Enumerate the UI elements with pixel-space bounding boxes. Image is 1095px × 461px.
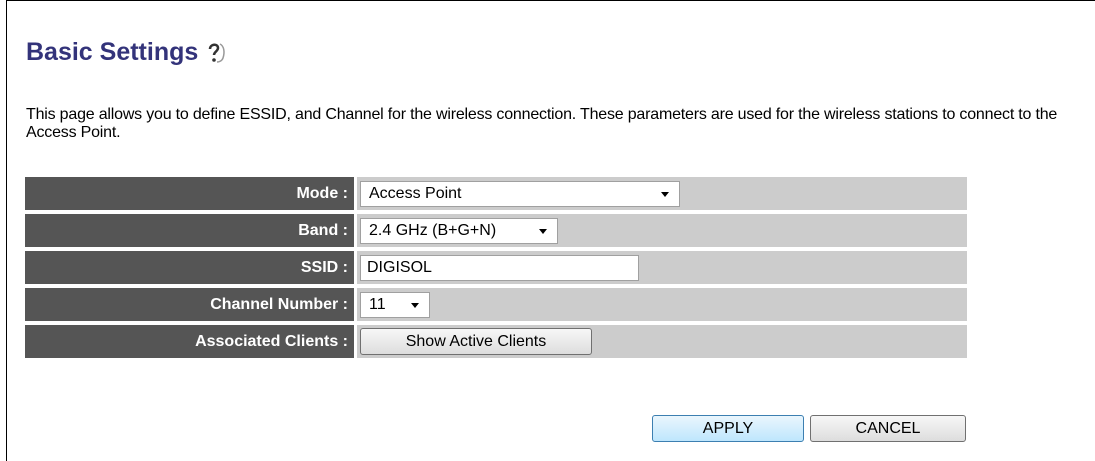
settings-table: Mode : Access Point Band : 2.4 GHz (B+G+… [25, 177, 967, 362]
band-label: Band : [25, 214, 354, 247]
band-select[interactable]: 2.4 GHz (B+G+N) [360, 217, 558, 244]
channel-label: Channel Number : [25, 288, 354, 321]
mode-label: Mode : [25, 177, 354, 210]
clients-row: Associated Clients : Show Active Clients [25, 325, 967, 358]
band-value-cell: 2.4 GHz (B+G+N) [357, 214, 967, 247]
band-selected-value: 2.4 GHz (B+G+N) [369, 221, 497, 239]
mode-selected-value: Access Point [369, 184, 462, 202]
cancel-button[interactable]: CANCEL [810, 415, 966, 442]
mode-select[interactable]: Access Point [360, 180, 680, 207]
channel-select[interactable]: 11 [360, 291, 430, 318]
chevron-down-icon [411, 302, 419, 308]
chevron-down-icon [661, 191, 669, 197]
form-actions: APPLY CANCEL [652, 415, 966, 442]
ssid-value-cell: DIGISOL [357, 251, 967, 284]
chevron-down-icon [539, 228, 547, 234]
show-active-clients-button[interactable]: Show Active Clients [360, 328, 592, 355]
page-title: Basic Settings [26, 38, 199, 66]
clients-label: Associated Clients : [25, 325, 354, 358]
channel-row: Channel Number : 11 [25, 288, 967, 321]
apply-button[interactable]: APPLY [652, 415, 804, 442]
band-row: Band : 2.4 GHz (B+G+N) [25, 214, 967, 247]
channel-selected-value: 11 [369, 295, 386, 313]
page-description: This page allows you to define ESSID, an… [26, 106, 1058, 141]
ssid-row: SSID : DIGISOL [25, 251, 967, 284]
ssid-label: SSID : [25, 251, 354, 284]
clients-value-cell: Show Active Clients [357, 325, 967, 358]
help-icon[interactable] [204, 40, 230, 66]
ssid-input[interactable]: DIGISOL [360, 254, 639, 281]
channel-value-cell: 11 [357, 288, 967, 321]
mode-value-cell: Access Point [357, 177, 967, 210]
page-title-row: Basic Settings [26, 38, 230, 67]
mode-row: Mode : Access Point [25, 177, 967, 210]
